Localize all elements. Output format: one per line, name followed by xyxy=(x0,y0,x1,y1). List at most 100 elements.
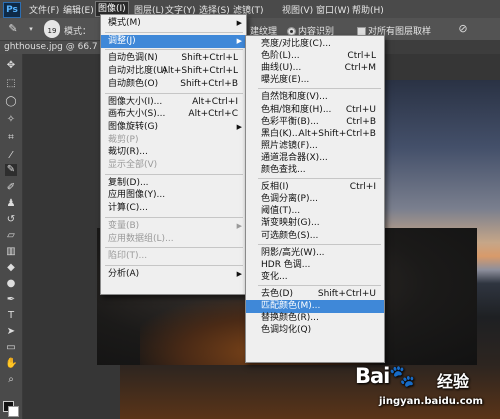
image_menu-item[interactable]: 变量(B) ▶ xyxy=(101,220,246,233)
eraser-tool-icon[interactable]: ▱ xyxy=(5,230,17,242)
submenu-arrow-icon: ▶ xyxy=(236,19,242,27)
image_menu-item[interactable]: 显示全部(V) xyxy=(101,159,246,172)
image_menu-item-label: 图像旋转(G) xyxy=(108,121,158,132)
image_menu-item-label: 自动色调(N) xyxy=(108,53,158,64)
image_menu-item[interactable]: 裁剪(P) xyxy=(101,134,246,147)
quick-selection-tool-icon[interactable]: ✧ xyxy=(5,114,17,126)
adjust_menu-item-label: 曝光度(E)... xyxy=(261,75,310,86)
image_menu-item-shortcut: Alt+Ctrl+C xyxy=(188,109,238,120)
image_menu-item[interactable]: 模式(M) ▶ xyxy=(101,17,246,30)
history-brush-tool-icon[interactable]: ↺ xyxy=(5,214,17,226)
move-tool-icon[interactable]: ✥ xyxy=(5,60,17,72)
adjust_menu-item-label: 颜色查找... xyxy=(261,165,306,175)
adjust_menu-item[interactable]: 色阶(L)... Ctrl+L xyxy=(246,50,384,63)
healing-brush-tool-icon[interactable]: ✎ xyxy=(5,164,17,176)
menu-separator xyxy=(105,31,243,33)
watermark-brand: Bai🐾 xyxy=(355,364,416,389)
image_menu-item[interactable]: 画布大小(S)... Alt+Ctrl+C xyxy=(101,108,246,121)
adjust_menu-item-label: 去色(D) xyxy=(261,288,293,299)
hand-tool-icon[interactable]: ✋ xyxy=(5,358,17,370)
crop-tool-icon[interactable]: ⌗ xyxy=(5,132,17,144)
adjust_menu-item[interactable]: 色调均化(Q) xyxy=(246,324,384,337)
zoom-tool-icon[interactable]: ⌕ xyxy=(5,374,17,386)
image_menu-item[interactable]: 图像大小(I)... Alt+Ctrl+I xyxy=(101,96,246,109)
background-color-swatch[interactable] xyxy=(8,406,19,417)
adjust_menu-item[interactable]: 替换颜色(R)... xyxy=(246,312,384,325)
image_menu-item[interactable]: 应用数据组(L)... xyxy=(101,233,246,246)
adjust_menu-item[interactable]: 阈值(T)... xyxy=(246,205,384,218)
image_menu-item-label: 画布大小(S)... xyxy=(108,109,166,120)
image_menu-item[interactable]: 应用图像(Y)... xyxy=(101,189,246,202)
brush-size-picker[interactable]: 19 xyxy=(44,20,60,38)
menu-help[interactable]: 帮助(H) xyxy=(352,3,384,16)
adjust_menu-item[interactable]: 色彩平衡(B)... Ctrl+B xyxy=(246,116,384,129)
adjust_menu-item[interactable]: 黑白(K)... Alt+Shift+Ctrl+B xyxy=(246,128,384,141)
adjust_menu-item[interactable]: 去色(D) Shift+Ctrl+U xyxy=(246,288,384,301)
image_menu-item[interactable]: 计算(C)... xyxy=(101,202,246,215)
adjust_menu-item-shortcut: Ctrl+M xyxy=(344,63,376,74)
adjust-submenu: 亮度/对比度(C)... 色阶(L)... Ctrl+L 曲线(U)... Ctrl+M… xyxy=(245,35,385,363)
adjust_menu-item[interactable]: 曝光度(E)... xyxy=(246,74,384,87)
pen-tool-icon[interactable]: ✒ xyxy=(5,294,17,306)
image_menu-item-shortcut: Alt+Ctrl+I xyxy=(192,96,238,107)
adjust_menu-item[interactable]: 可选颜色(S)... xyxy=(246,230,384,243)
image_menu-item-label: 调整(J) xyxy=(108,35,136,46)
adjust_menu-item[interactable]: 曲线(U)... Ctrl+M xyxy=(246,62,384,75)
menu-view[interactable]: 视图(V) xyxy=(282,3,313,16)
chevron-down-icon[interactable]: ▾ xyxy=(25,23,37,35)
adjust_menu-item-label: 色调均化(Q) xyxy=(261,325,312,336)
menu-window[interactable]: 窗口(W) xyxy=(316,3,350,16)
image_menu-item[interactable]: 自动色调(N) Shift+Ctrl+L xyxy=(101,52,246,65)
brush-tool-preset-icon[interactable]: ✎ xyxy=(7,23,19,35)
document-tab[interactable]: ghthouse.jpg @ 66.7 xyxy=(0,41,104,54)
menu-file[interactable]: 文件(F) xyxy=(29,3,59,16)
image_menu-item[interactable]: 自动对比度(U) Alt+Shift+Ctrl+L xyxy=(101,65,246,78)
adjust_menu-item[interactable]: 色调分离(P)... xyxy=(246,193,384,206)
lasso-tool-icon[interactable]: ◯ xyxy=(5,96,17,108)
dodge-tool-icon[interactable]: ● xyxy=(5,278,17,290)
adjust_menu-item[interactable]: HDR 色调... xyxy=(246,259,384,272)
adjust_menu-item-label: 亮度/对比度(C)... xyxy=(261,39,331,49)
pressure-icon[interactable]: ⊘ xyxy=(457,23,469,35)
image_menu-item[interactable]: 自动颜色(O) Shift+Ctrl+B xyxy=(101,78,246,91)
marquee-tool-icon[interactable]: ⬚ xyxy=(5,78,17,90)
image_menu-item-label: 图像大小(I)... xyxy=(108,96,163,107)
image_menu-item[interactable]: 陷印(T)... xyxy=(101,250,246,263)
adjust_menu-item[interactable]: 反相(I) Ctrl+I xyxy=(246,181,384,194)
menu-edit[interactable]: 编辑(E) xyxy=(63,3,94,16)
shape-tool-icon[interactable]: ▭ xyxy=(5,342,17,354)
path-selection-tool-icon[interactable]: ➤ xyxy=(5,326,17,338)
image_menu-item[interactable]: 分析(A) ▶ xyxy=(101,268,246,281)
adjust_menu-item[interactable]: 变化... xyxy=(246,271,384,284)
clone-stamp-tool-icon[interactable]: ♟ xyxy=(5,198,17,210)
blur-tool-icon[interactable]: ◆ xyxy=(5,262,17,274)
eyedropper-tool-icon[interactable]: ⁄ xyxy=(5,150,17,162)
image_menu-item-label: 自动颜色(O) xyxy=(108,78,159,89)
adjust_menu-item[interactable]: 通道混合器(X)... xyxy=(246,152,384,165)
menu-separator xyxy=(105,49,243,51)
menu-separator xyxy=(105,92,243,94)
adjust_menu-item-label: 反相(I) xyxy=(261,182,289,193)
image_menu-item-shortcut: Shift+Ctrl+L xyxy=(181,53,238,64)
adjust_menu-item[interactable]: 匹配颜色(M)... xyxy=(246,300,384,313)
adjust_menu-item[interactable]: 色相/饱和度(H)... Ctrl+U xyxy=(246,104,384,117)
image_menu-item[interactable]: 调整(J) ▶ xyxy=(101,34,246,48)
image_menu-item[interactable]: 裁切(R)... xyxy=(101,146,246,159)
image_menu-item[interactable]: 图像旋转(G) ▶ xyxy=(101,121,246,134)
mode-label: 模式： xyxy=(64,27,92,37)
gradient-tool-icon[interactable]: ▥ xyxy=(5,246,17,258)
image_menu-item-label: 计算(C)... xyxy=(108,203,148,214)
adjust_menu-item[interactable]: 亮度/对比度(C)... xyxy=(246,38,384,51)
image_menu-item[interactable]: 复制(D)... xyxy=(101,177,246,190)
adjust_menu-item-label: 照片滤镜(F)... xyxy=(261,140,318,151)
type-tool-icon[interactable]: T xyxy=(5,310,17,322)
submenu-arrow-icon: ▶ xyxy=(236,36,242,45)
adjust_menu-item[interactable]: 自然饱和度(V)... xyxy=(246,91,384,104)
menu-separator xyxy=(258,284,381,286)
adjust_menu-item[interactable]: 渐变映射(G)... xyxy=(246,217,384,230)
adjust_menu-item[interactable]: 阴影/高光(W)... xyxy=(246,247,384,260)
brush-tool-icon[interactable]: ✐ xyxy=(5,182,17,194)
adjust_menu-item[interactable]: 照片滤镜(F)... xyxy=(246,140,384,153)
adjust_menu-item[interactable]: 颜色查找... xyxy=(246,164,384,177)
adjust_menu-item-shortcut: Ctrl+U xyxy=(345,104,376,115)
